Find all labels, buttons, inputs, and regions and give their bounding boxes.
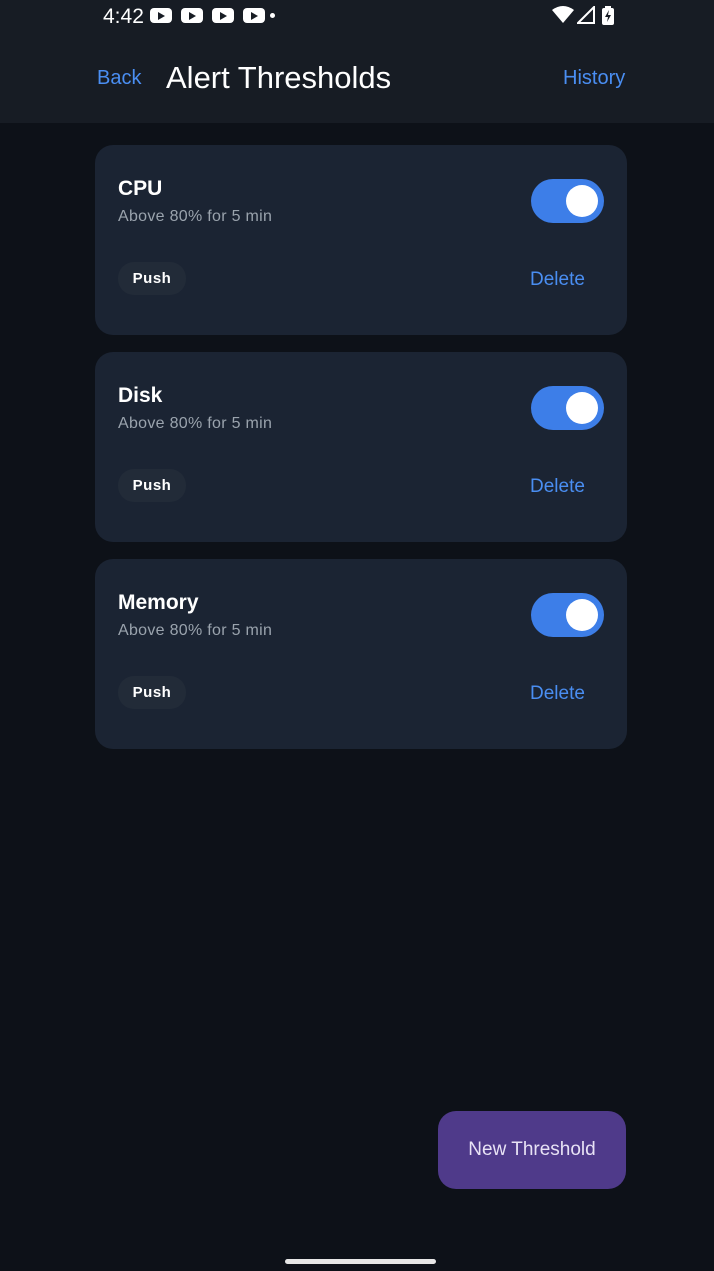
new-threshold-button[interactable]: New Threshold (438, 1111, 626, 1189)
threshold-card-memory: Memory Above 80% for 5 min Push Delete (95, 559, 627, 749)
toggle-knob (566, 599, 598, 631)
channel-chip: Push (118, 676, 186, 709)
toggle-knob (566, 392, 598, 424)
channel-chip: Push (118, 262, 186, 295)
toggle-knob (566, 185, 598, 217)
delete-button[interactable]: Delete (530, 683, 585, 705)
threshold-enabled-toggle[interactable] (531, 386, 604, 430)
youtube-notification-icon (212, 8, 234, 23)
history-button[interactable]: History (563, 67, 625, 90)
threshold-name: CPU (118, 177, 163, 200)
page-title: Alert Thresholds (166, 60, 392, 95)
threshold-condition: Above 80% for 5 min (118, 208, 273, 225)
threshold-card-disk: Disk Above 80% for 5 min Push Delete (95, 352, 627, 542)
home-indicator[interactable] (285, 1259, 436, 1264)
threshold-name: Memory (118, 591, 199, 614)
youtube-notification-icon (181, 8, 203, 23)
threshold-condition: Above 80% for 5 min (118, 622, 273, 639)
channel-chip: Push (118, 469, 186, 502)
battery-icon (602, 6, 614, 25)
threshold-card-cpu: CPU Above 80% for 5 min Push Delete (95, 145, 627, 335)
status-time: 4:42 (103, 5, 144, 28)
threshold-condition: Above 80% for 5 min (118, 415, 273, 432)
youtube-notification-icon (150, 8, 172, 23)
youtube-notification-icon (243, 8, 265, 23)
delete-button[interactable]: Delete (530, 476, 585, 498)
wifi-icon (552, 6, 574, 23)
more-notifications-icon (270, 13, 275, 18)
signal-icon (577, 6, 595, 24)
threshold-enabled-toggle[interactable] (531, 179, 604, 223)
app-header: 4:42 Back Alert Thresholds History (0, 0, 714, 123)
back-button[interactable]: Back (97, 67, 141, 90)
delete-button[interactable]: Delete (530, 269, 585, 291)
status-bar: 4:42 (0, 0, 714, 36)
threshold-enabled-toggle[interactable] (531, 593, 604, 637)
threshold-name: Disk (118, 384, 163, 407)
